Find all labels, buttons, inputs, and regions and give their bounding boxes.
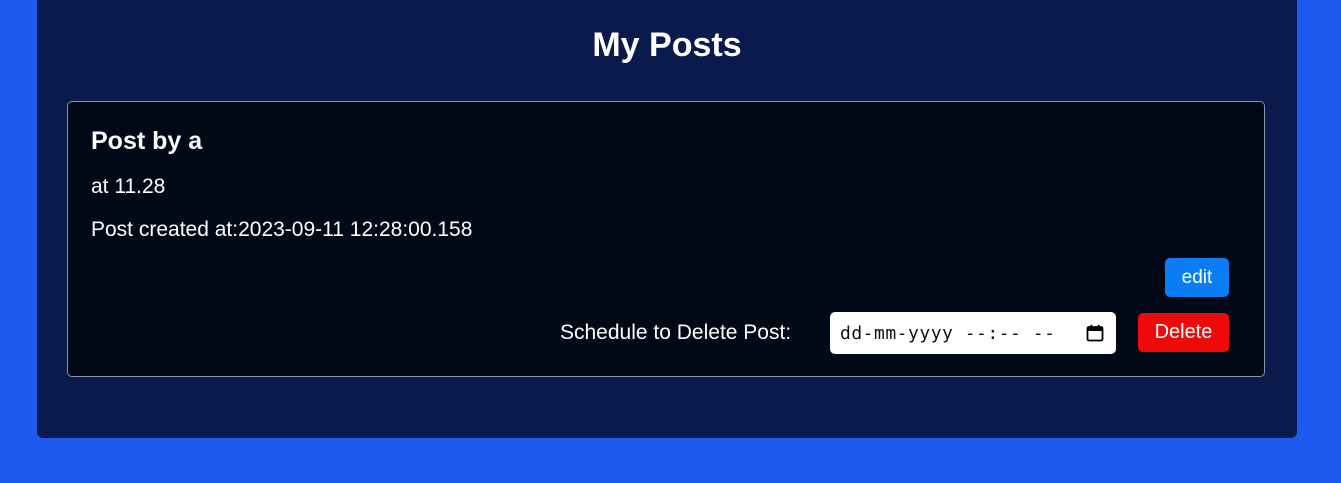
post-created-at: Post created at:2023-09-11 12:28:00.158 bbox=[91, 217, 472, 243]
post-author-heading: Post by a bbox=[91, 127, 203, 155]
post-card: Post by a at 11.28 Post created at:2023-… bbox=[67, 101, 1265, 377]
posts-panel: My Posts Post by a at 11.28 Post created… bbox=[37, 0, 1297, 438]
page-title: My Posts bbox=[592, 26, 742, 64]
delete-button[interactable]: Delete bbox=[1138, 313, 1229, 352]
calendar-icon[interactable] bbox=[1086, 324, 1104, 342]
post-created-value: 2023-09-11 12:28:00.158 bbox=[238, 218, 473, 241]
post-body: at 11.28 bbox=[91, 175, 166, 198]
post-created-label: Post created at: bbox=[91, 218, 239, 241]
edit-button[interactable]: edit bbox=[1165, 258, 1229, 297]
datetime-placeholder: dd-mm-yyyy --:-- -- bbox=[840, 322, 1056, 344]
schedule-datetime-input[interactable]: dd-mm-yyyy --:-- -- bbox=[830, 312, 1116, 354]
schedule-delete-label: Schedule to Delete Post: bbox=[560, 321, 792, 344]
